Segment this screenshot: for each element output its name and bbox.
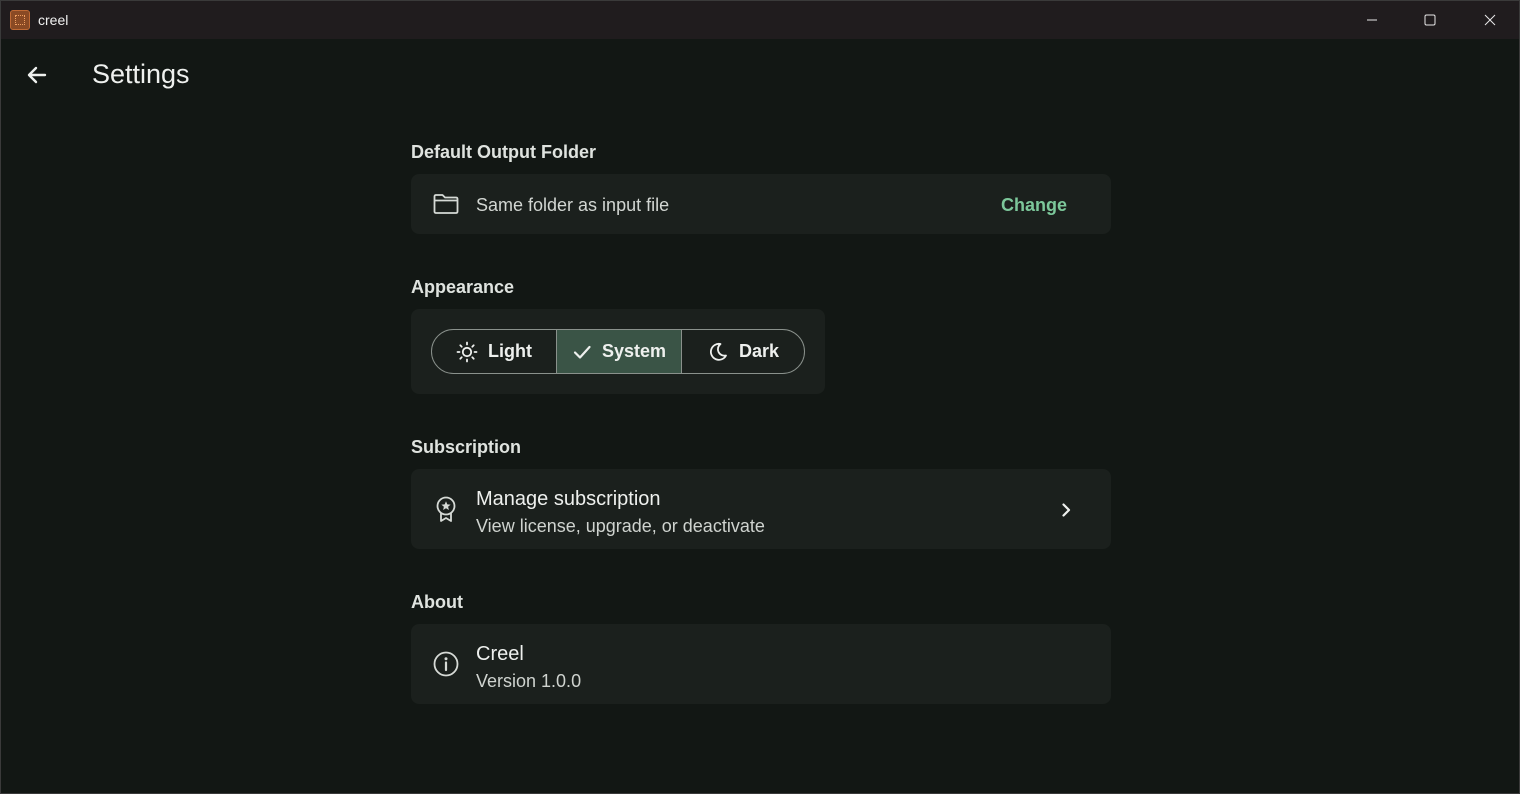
section-label-appearance: Appearance [411,277,515,297]
section-label-output-folder: Default Output Folder [411,142,596,162]
maximize-icon [1424,14,1436,26]
page-title: Settings [92,59,190,89]
award-icon [432,495,460,523]
theme-option-system[interactable]: System [556,330,681,373]
app-logo-icon [10,10,30,30]
maximize-button[interactable] [1401,1,1459,39]
close-button[interactable] [1461,1,1519,39]
app-window: creel Settings Default Output Folder Sam… [0,0,1520,794]
theme-option-label: System [601,341,667,361]
arrow-left-icon [27,66,47,84]
info-icon [432,650,460,678]
folder-icon [432,190,460,218]
subscription-chevron[interactable] [1051,495,1081,525]
output-folder-card: Same folder as input file Change [411,174,1111,234]
section-label-about: About [411,592,463,612]
output-folder-value: Same folder as input file [476,195,670,215]
back-button[interactable] [21,59,53,91]
window-title: creel [38,12,69,28]
about-app-name: Creel [476,643,524,665]
minimize-button[interactable] [1343,1,1401,39]
subscription-title: Manage subscription [476,488,661,510]
check-icon [572,342,592,362]
title-bar[interactable]: creel [1,1,1519,39]
minimize-icon [1367,19,1377,21]
about-version: Version 1.0.0 [476,671,582,691]
appearance-card: Light System Dark [411,309,825,394]
chevron-right-icon [1062,503,1071,517]
section-label-subscription: Subscription [411,437,522,457]
theme-option-light[interactable]: Light [432,330,556,373]
change-folder-button[interactable]: Change [989,184,1079,226]
close-icon [1484,14,1496,26]
about-card: Creel Version 1.0.0 [411,624,1111,704]
moon-icon [707,341,729,363]
theme-option-label: Dark [738,341,780,361]
manage-subscription-card[interactable]: Manage subscription View license, upgrad… [411,469,1111,549]
sun-icon [456,341,478,363]
theme-option-label: Light [488,341,532,361]
theme-option-dark[interactable]: Dark [681,330,804,373]
subscription-subtitle: View license, upgrade, or deactivate [476,516,765,536]
theme-segmented-control: Light System Dark [431,329,805,374]
